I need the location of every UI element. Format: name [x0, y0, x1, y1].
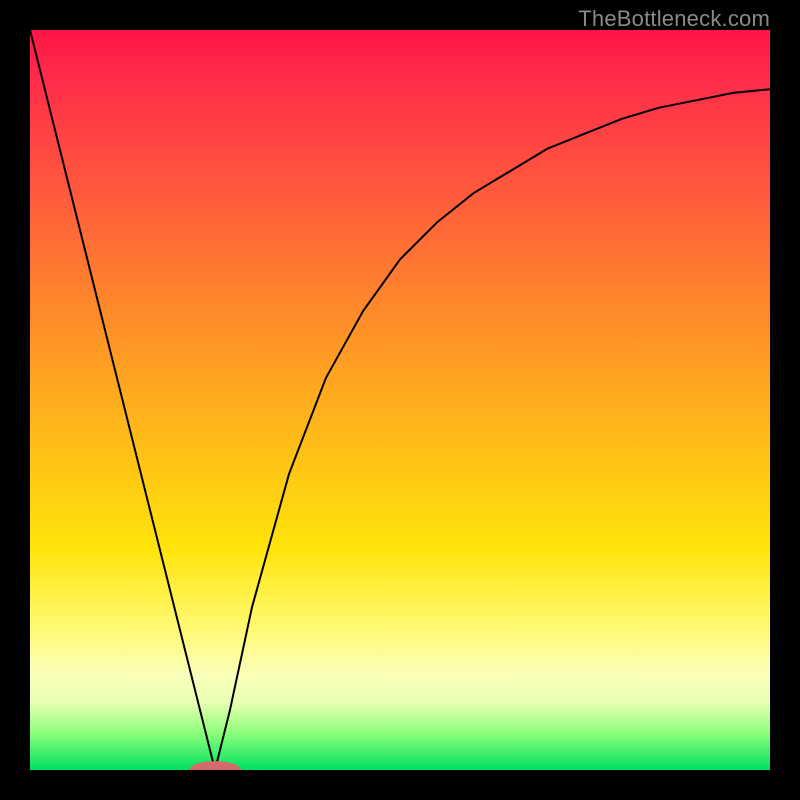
chart-frame: TheBottleneck.com [0, 0, 800, 800]
watermark-text: TheBottleneck.com [578, 6, 770, 32]
min-marker [189, 761, 241, 770]
chart-svg [30, 30, 770, 770]
plot-area [30, 30, 770, 770]
bottleneck-curve [30, 30, 770, 770]
